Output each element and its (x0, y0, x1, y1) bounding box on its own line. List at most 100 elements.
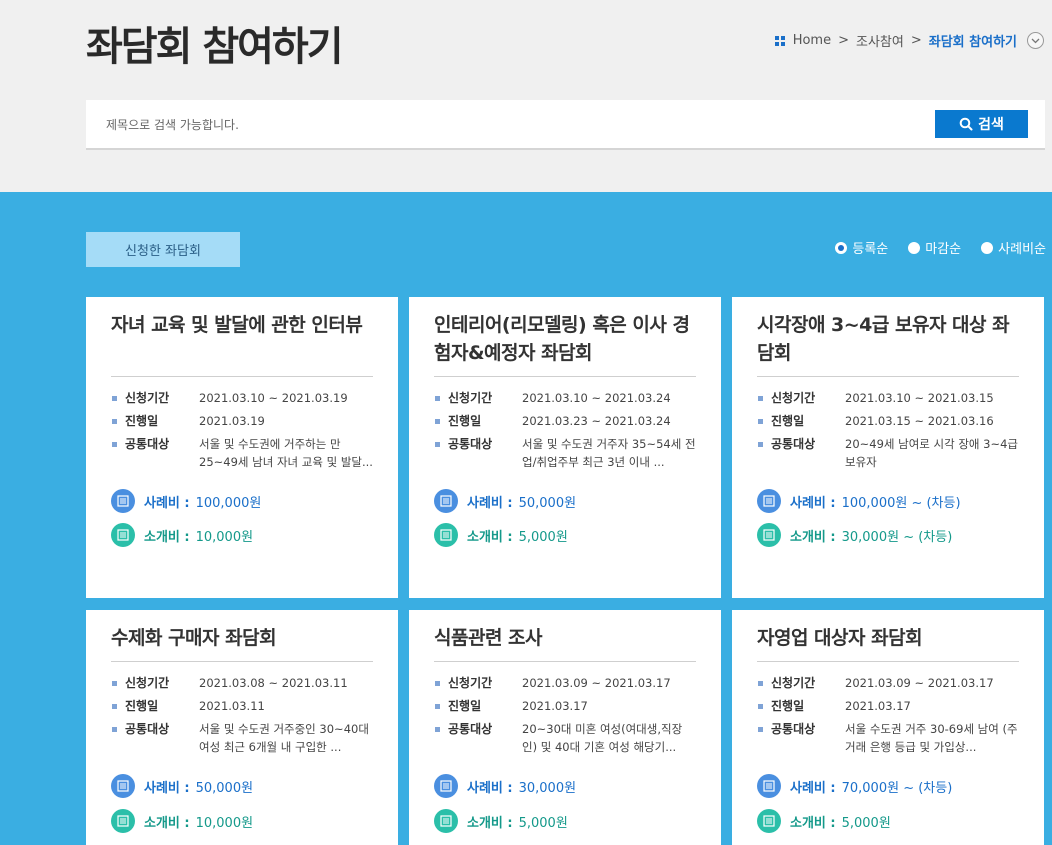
referral-label: 소개비 : (144, 529, 190, 545)
apply-period-value: 2021.03.10 ~ 2021.03.24 (522, 391, 671, 405)
referral-label: 소개비 : (144, 815, 190, 831)
applied-roundtable-button[interactable]: 신청한 좌담회 (86, 232, 240, 267)
referral-value: 5,000원 (518, 815, 568, 831)
breadcrumb-separator: > (910, 33, 922, 48)
apply-period-label: 신청기간 (757, 389, 845, 407)
roundtable-card[interactable]: 자영업 대상자 좌담회 신청기간 2021.03.09 ~ 2021.03.17 … (732, 610, 1044, 845)
money-icon (434, 523, 458, 547)
referral-row: 소개비 : 10,000원 (111, 523, 253, 547)
progress-date-value: 2021.03.17 (845, 699, 911, 713)
card-title[interactable]: 인테리어(리모델링) 혹은 이사 경험자&예정자 좌담회 (434, 311, 696, 367)
sort-by-deadline[interactable]: 마감순 (908, 238, 961, 257)
breadcrumb-current: 좌담회 참여하기 (928, 35, 1017, 50)
chevron-down-icon[interactable] (1027, 32, 1044, 49)
roundtable-card[interactable]: 인테리어(리모델링) 혹은 이사 경험자&예정자 좌담회 신청기간 2021.03… (409, 297, 721, 598)
reward-value: 50,000원 (518, 495, 577, 511)
page-title: 좌담회 참여하기 (86, 24, 344, 70)
progress-date-label: 진행일 (757, 697, 845, 715)
sort-by-registration[interactable]: 등록순 (835, 238, 888, 257)
search-button[interactable]: 검색 (935, 110, 1028, 138)
search-button-label: 검색 (978, 117, 1004, 133)
money-icon (111, 523, 135, 547)
roundtable-card[interactable]: 수제화 구매자 좌담회 신청기간 2021.03.08 ~ 2021.03.11 … (86, 610, 398, 845)
reward-value: 100,000원 ~ (차등) (841, 495, 961, 511)
card-title[interactable]: 자영업 대상자 좌담회 (757, 624, 1019, 652)
target-label: 공통대상 (757, 435, 845, 471)
reward-row: 사례비 : 100,000원 ~ (차등) (757, 489, 961, 513)
money-icon (757, 523, 781, 547)
breadcrumb-home[interactable]: Home (793, 33, 831, 48)
apply-period-value: 2021.03.09 ~ 2021.03.17 (522, 676, 671, 690)
progress-date-label: 진행일 (111, 697, 199, 715)
card-divider (757, 376, 1019, 377)
referral-value: 5,000원 (841, 815, 891, 831)
reward-label: 사례비 : (790, 780, 836, 796)
progress-date-value: 2021.03.15 ~ 2021.03.16 (845, 414, 994, 428)
card-title[interactable]: 식품관련 조사 (434, 624, 696, 652)
card-title[interactable]: 수제화 구매자 좌담회 (111, 624, 373, 652)
target-value: 서울 및 수도권에 거주하는 만 25~49세 남녀 자녀 교육 및 발달... (199, 437, 373, 469)
referral-row: 소개비 : 30,000원 ~ (차등) (757, 523, 952, 547)
target-value: 20~30대 미혼 여성(여대생,직장인) 및 40대 기혼 여성 해당기... (522, 722, 683, 754)
home-grid-icon (774, 35, 785, 46)
radio-selected-icon[interactable] (835, 241, 848, 254)
money-icon (111, 489, 135, 513)
reward-row: 사례비 : 100,000원 (111, 489, 261, 513)
progress-date-label: 진행일 (434, 412, 522, 430)
apply-period-label: 신청기간 (111, 389, 199, 407)
sort-options: 등록순 마감순 사례비순 (835, 238, 1046, 257)
target-value: 서울 및 수도권 거주자 35~54세 전업/취업주부 최근 3년 이내 ... (522, 437, 696, 469)
progress-date-value: 2021.03.19 (199, 414, 265, 428)
breadcrumb-survey[interactable]: 조사참여 (856, 31, 904, 50)
reward-row: 사례비 : 50,000원 (434, 489, 576, 513)
target-value: 20~49세 남여로 시각 장애 3~4급 보유자 (845, 437, 1019, 469)
money-icon (434, 489, 458, 513)
referral-label: 소개비 : (790, 529, 836, 545)
reward-row: 사례비 : 70,000원 ~ (차등) (757, 774, 952, 798)
search-input[interactable] (106, 115, 866, 135)
reward-label: 사례비 : (467, 495, 513, 511)
apply-period-value: 2021.03.08 ~ 2021.03.11 (199, 676, 348, 690)
apply-period-value: 2021.03.09 ~ 2021.03.17 (845, 676, 994, 690)
card-title[interactable]: 시각장애 3~4급 보유자 대상 좌담회 (757, 311, 1019, 367)
referral-value: 30,000원 ~ (차등) (841, 529, 953, 545)
search-bar: 검색 (86, 100, 1045, 150)
reward-label: 사례비 : (144, 495, 190, 511)
money-icon (757, 809, 781, 833)
apply-period-label: 신청기간 (757, 674, 845, 692)
roundtable-card[interactable]: 시각장애 3~4급 보유자 대상 좌담회 신청기간 2021.03.10 ~ 20… (732, 297, 1044, 598)
target-label: 공통대상 (111, 720, 199, 756)
money-icon (757, 774, 781, 798)
referral-value: 5,000원 (518, 529, 568, 545)
apply-period-value: 2021.03.10 ~ 2021.03.15 (845, 391, 994, 405)
breadcrumb: Home > 조사참여 > 좌담회 참여하기 (774, 31, 1044, 50)
radio-icon[interactable] (981, 241, 994, 254)
target-label: 공통대상 (434, 435, 522, 471)
referral-label: 소개비 : (467, 529, 513, 545)
search-icon (959, 117, 973, 131)
target-value: 서울 수도권 거주 30-69세 남여 (주거래 은행 등급 및 가입상... (845, 722, 1018, 754)
target-label: 공통대상 (757, 720, 845, 756)
money-icon (111, 809, 135, 833)
reward-value: 100,000원 (195, 495, 262, 511)
apply-period-label: 신청기간 (111, 674, 199, 692)
radio-icon[interactable] (908, 241, 921, 254)
target-label: 공통대상 (111, 435, 199, 471)
reward-label: 사례비 : (467, 780, 513, 796)
apply-period-label: 신청기간 (434, 389, 522, 407)
card-divider (111, 661, 373, 662)
roundtable-card[interactable]: 자녀 교육 및 발달에 관한 인터뷰 신청기간 2021.03.10 ~ 2021… (86, 297, 398, 598)
money-icon (111, 774, 135, 798)
sort-by-reward[interactable]: 사례비순 (981, 238, 1046, 257)
roundtable-list-section: 신청한 좌담회 등록순 마감순 사례비순 자녀 교육 및 발달에 관한 인터뷰 … (0, 192, 1052, 845)
money-icon (757, 489, 781, 513)
roundtable-card[interactable]: 식품관련 조사 신청기간 2021.03.09 ~ 2021.03.17 진행일 2… (409, 610, 721, 845)
card-title[interactable]: 자녀 교육 및 발달에 관한 인터뷰 (111, 311, 373, 367)
referral-row: 소개비 : 5,000원 (434, 523, 568, 547)
target-value: 서울 및 수도권 거주중인 30~40대 여성 최근 6개월 내 구입한 ... (199, 722, 369, 754)
referral-label: 소개비 : (467, 815, 513, 831)
progress-date-label: 진행일 (434, 697, 522, 715)
referral-row: 소개비 : 5,000원 (757, 809, 891, 833)
progress-date-label: 진행일 (111, 412, 199, 430)
referral-row: 소개비 : 10,000원 (111, 809, 253, 833)
